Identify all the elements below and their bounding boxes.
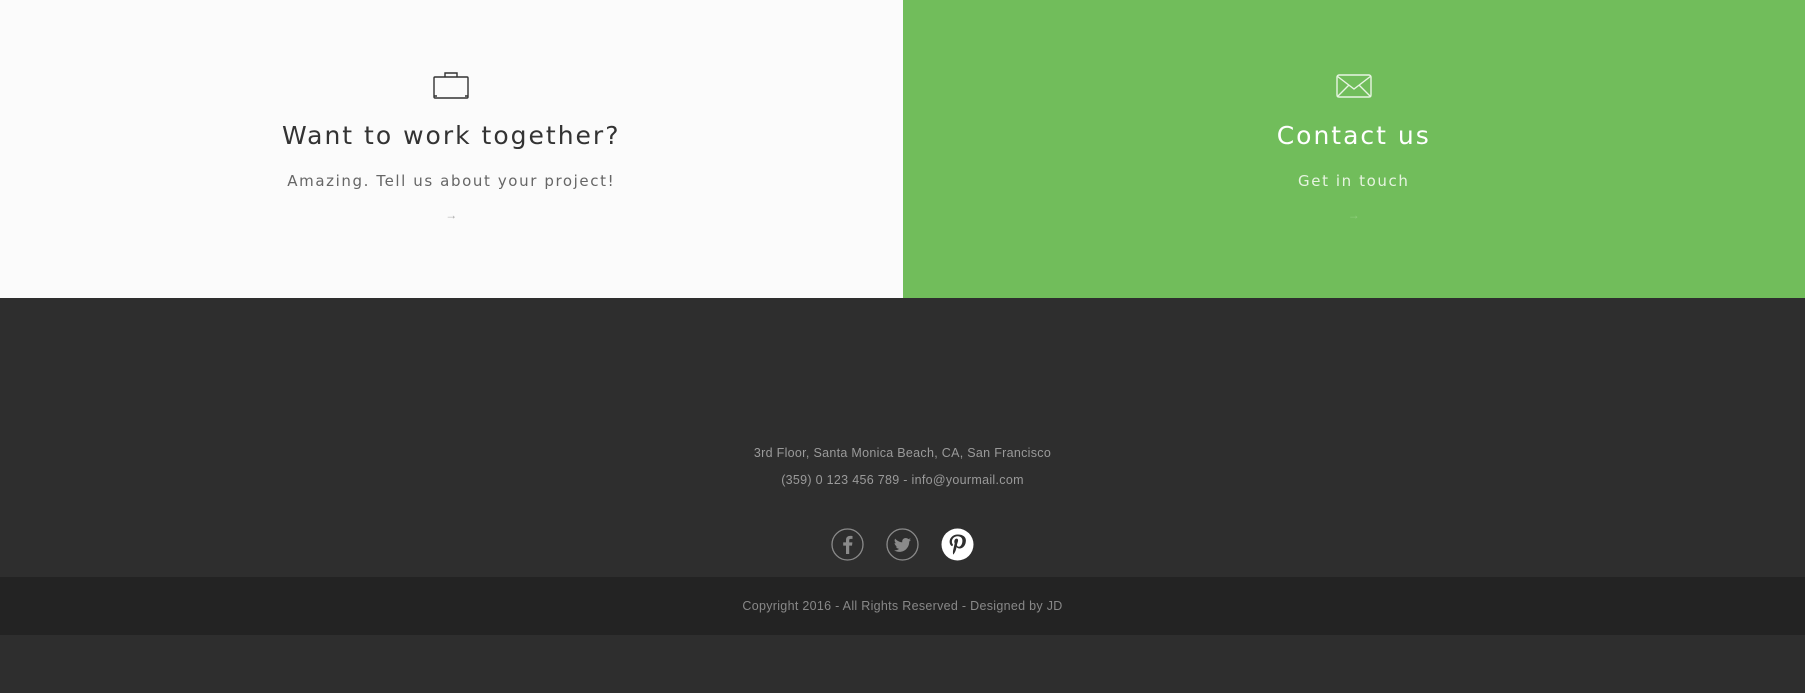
work-together-arrow-link[interactable]: → [445,208,457,222]
footer-phone: (359) 0 123 456 789 [781,473,900,487]
briefcase-icon [432,70,470,100]
copyright-bar: Copyright 2016 - All Rights Reserved - D… [0,577,1805,635]
twitter-icon[interactable] [886,528,919,561]
social-links [0,528,1805,561]
contact-us-arrow-link[interactable]: → [1348,208,1360,222]
footer-separator: - [899,473,912,487]
work-together-subtitle: Amazing. Tell us about your project! [287,172,616,190]
cta-row: Want to work together? Amazing. Tell us … [0,0,1805,298]
footer: 3rd Floor, Santa Monica Beach, CA, San F… [0,298,1805,635]
contact-us-subtitle: Get in touch [1298,172,1410,190]
facebook-icon[interactable] [831,528,864,561]
footer-address: 3rd Floor, Santa Monica Beach, CA, San F… [753,446,1052,460]
work-together-title: Want to work together? [282,121,621,150]
pinterest-icon[interactable] [941,528,974,561]
footer-contact: 3rd Floor, Santa Monica Beach, CA, San F… [0,298,1805,494]
contact-us-title: Contact us [1276,121,1431,150]
footer-email-link[interactable]: info@yourmail.com [912,473,1024,487]
envelope-icon [1335,70,1373,100]
footer-phone-email: (359) 0 123 456 789 - info@yourmail.com [0,467,1805,494]
work-together-panel: Want to work together? Amazing. Tell us … [0,0,903,298]
contact-us-panel: Contact us Get in touch → [902,0,1805,298]
copyright-text: Copyright 2016 - All Rights Reserved - D… [742,599,1063,613]
